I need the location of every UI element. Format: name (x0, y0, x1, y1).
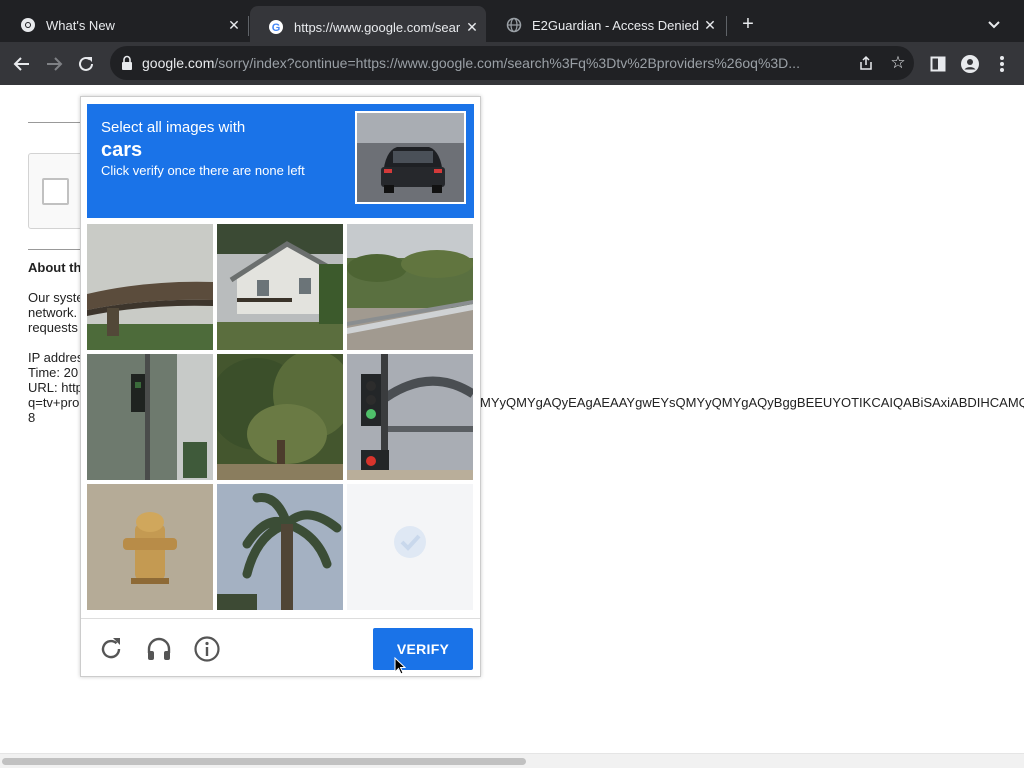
captcha-tile[interactable] (347, 224, 473, 350)
captcha-header: Select all images with cars Click verify… (87, 104, 474, 218)
close-tab-icon[interactable]: ✕ (702, 17, 718, 33)
globe-icon (506, 17, 522, 33)
info-line: IP addres (28, 350, 84, 365)
captcha-prompt: Select all images with (101, 119, 246, 136)
url-text[interactable]: google.com/sorry/index?continue=https://… (142, 55, 850, 71)
kebab-menu-icon[interactable] (990, 52, 1014, 76)
tab-whats-new[interactable]: What's New ✕ (2, 8, 248, 42)
tab-title: What's New (46, 17, 115, 33)
info-line: network. (28, 305, 78, 320)
google-icon: G (268, 19, 284, 35)
captcha-target-word: cars (101, 139, 143, 161)
chevron-down-icon[interactable] (984, 14, 1004, 34)
reload-challenge-icon[interactable] (97, 635, 125, 663)
tab-divider (726, 16, 727, 36)
close-tab-icon[interactable]: ✕ (226, 17, 242, 33)
url-path: /sorry/index?continue=https://www.google… (214, 55, 800, 71)
about-heading: About th (28, 260, 82, 275)
captcha-tile[interactable] (87, 224, 213, 350)
recaptcha-checkbox[interactable] (42, 178, 69, 205)
captcha-tile[interactable] (87, 484, 213, 610)
forward-arrow-icon[interactable] (42, 52, 66, 76)
headphones-audio-icon[interactable] (145, 635, 173, 663)
captcha-tile[interactable] (87, 354, 213, 480)
tab-strip: What's New ✕ G https://www.google.com/se… (0, 0, 1024, 48)
page-content: About th Our syste network. requests IP … (0, 85, 1024, 768)
svg-text:G: G (272, 22, 281, 34)
info-line: Our syste (28, 290, 84, 305)
divider (28, 122, 88, 123)
captcha-image-grid (87, 224, 474, 611)
captcha-challenge-dialog: Select all images with cars Click verify… (80, 96, 481, 677)
captcha-tile-selected[interactable] (347, 484, 473, 610)
bookmark-star-icon[interactable]: ☆ (888, 53, 908, 73)
captcha-tile[interactable] (217, 224, 343, 350)
info-icon[interactable] (193, 635, 221, 663)
captcha-tile[interactable] (347, 354, 473, 480)
scrollbar-thumb[interactable] (2, 758, 526, 765)
verify-button[interactable]: VERIFY (373, 628, 473, 670)
url-query-text: MYyQMYgAQyEAgAEAAYgwEYsQMYyQMYgAQyBggBEE… (480, 395, 1024, 410)
captcha-tile[interactable] (217, 354, 343, 480)
new-tab-button[interactable]: + (738, 14, 758, 34)
tab-title: E2Guardian - Access Denied (532, 17, 699, 33)
tab-e2guardian[interactable]: E2Guardian - Access Denied ✕ (488, 8, 724, 42)
info-line: requests (28, 320, 78, 335)
captcha-footer: VERIFY (81, 618, 480, 676)
tab-divider (248, 16, 249, 36)
divider (28, 249, 88, 250)
reload-icon[interactable] (74, 52, 98, 76)
lock-icon[interactable] (120, 55, 134, 71)
profile-avatar-icon[interactable] (958, 52, 982, 76)
captcha-example-image (355, 111, 466, 204)
horizontal-scrollbar[interactable] (0, 753, 1024, 768)
close-tab-icon[interactable]: ✕ (464, 19, 480, 35)
address-bar[interactable]: google.com/sorry/index?continue=https://… (110, 46, 914, 80)
browser-toolbar: google.com/sorry/index?continue=https://… (0, 42, 1024, 85)
info-line: Time: 20 (28, 365, 79, 380)
captcha-instruction: Click verify once there are none left (101, 163, 305, 178)
tab-title: https://www.google.com/sear (294, 19, 461, 35)
url-domain: google.com (142, 55, 215, 71)
captcha-tile[interactable] (217, 484, 343, 610)
mouse-cursor-icon (394, 656, 407, 675)
chrome-icon (20, 17, 36, 33)
share-icon[interactable] (858, 55, 874, 71)
recaptcha-widget (28, 153, 88, 229)
info-line: q=tv+pro (28, 395, 80, 410)
info-line: URL: http (28, 380, 83, 395)
side-panel-icon[interactable] (926, 52, 950, 76)
info-line: 8 (28, 410, 36, 425)
back-arrow-icon[interactable] (10, 52, 34, 76)
